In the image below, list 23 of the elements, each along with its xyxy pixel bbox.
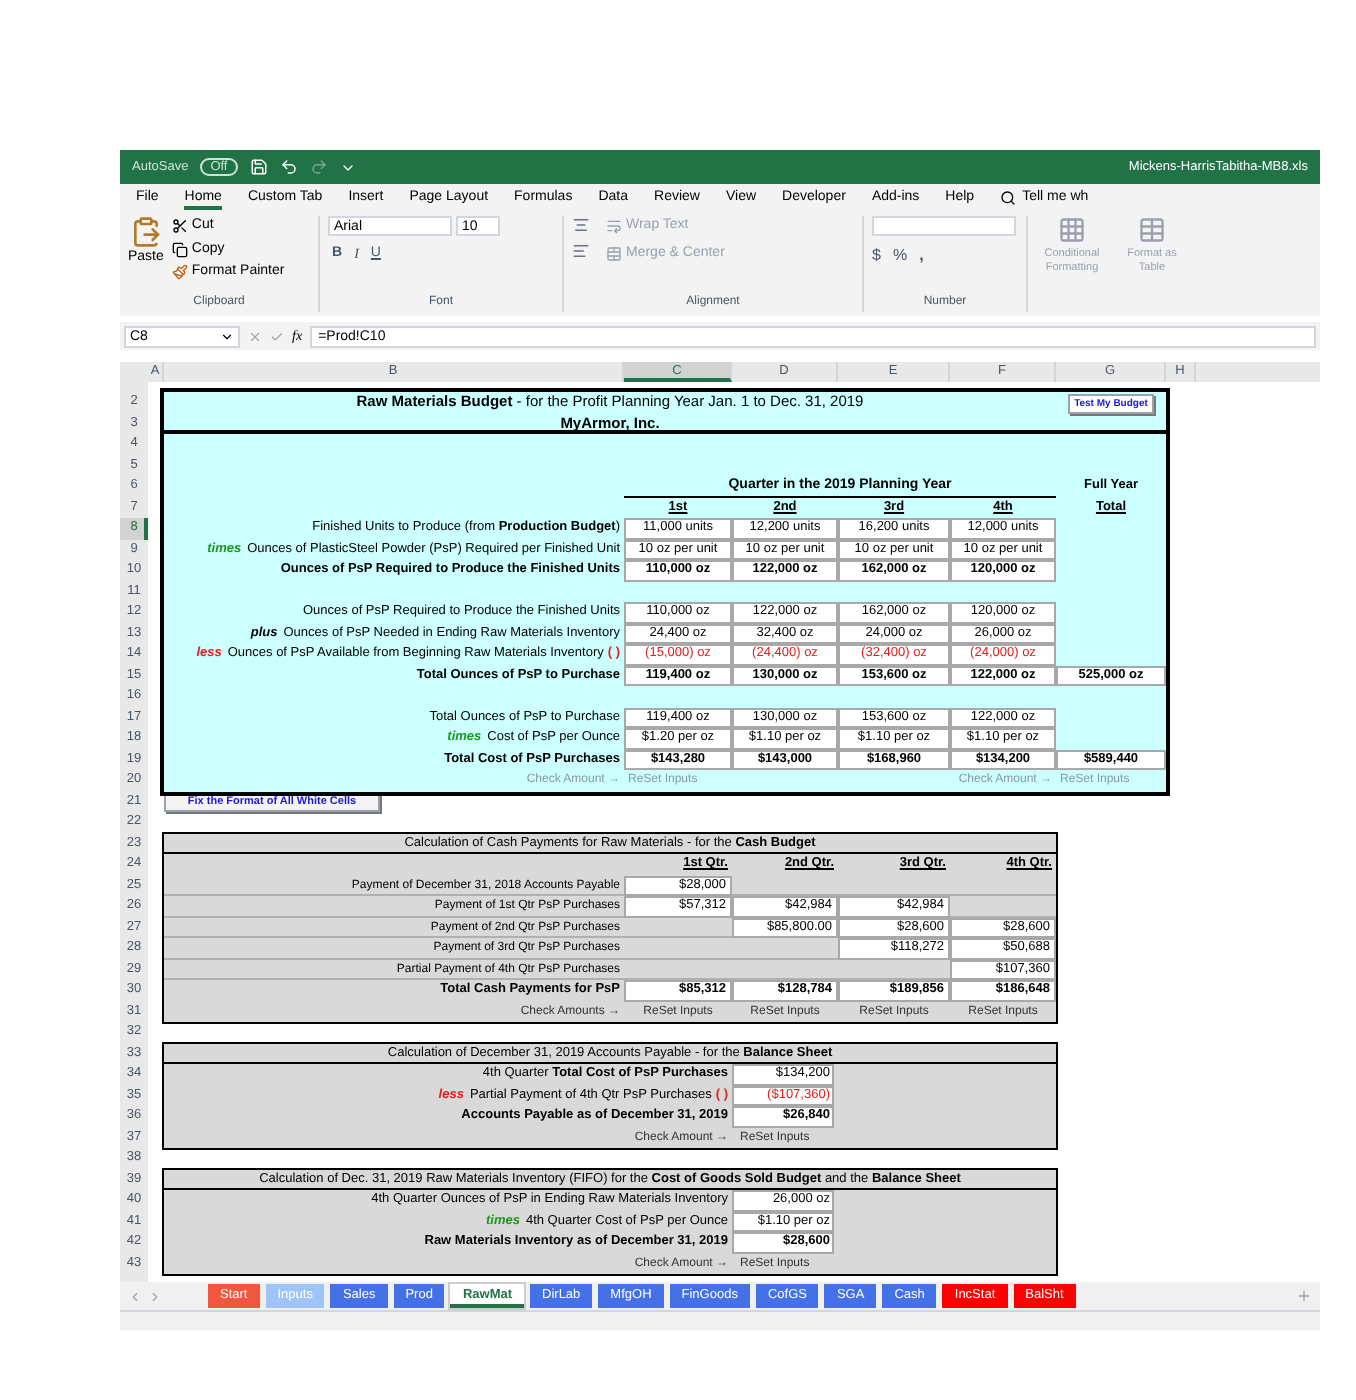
merge-icon	[606, 245, 622, 262]
currency-button[interactable]: $	[872, 244, 881, 268]
comma-button[interactable]: ,	[919, 244, 924, 268]
paste-icon	[129, 216, 162, 248]
enter-icon[interactable]	[270, 329, 284, 343]
scroll-right-icon[interactable]	[148, 1289, 162, 1303]
save-icon[interactable]	[249, 158, 268, 176]
number-format-field[interactable]	[872, 216, 1016, 236]
undo-icon[interactable]	[279, 158, 298, 176]
scroll-left-icon[interactable]	[128, 1289, 142, 1303]
paintbrush-icon	[171, 264, 188, 281]
redo-icon[interactable]	[309, 158, 328, 176]
search-icon	[1000, 190, 1017, 206]
wrap-icon	[606, 218, 622, 235]
table-grid-icon	[1058, 216, 1086, 244]
align-left-icon[interactable]	[572, 242, 590, 260]
table-icon	[1138, 216, 1166, 244]
copy-icon	[171, 241, 188, 258]
percent-button[interactable]: %	[892, 244, 908, 268]
add-sheet-icon[interactable]	[1296, 1288, 1312, 1304]
align-top-icon[interactable]	[572, 216, 590, 234]
cancel-icon[interactable]	[248, 329, 262, 343]
scissors-icon	[171, 218, 188, 235]
